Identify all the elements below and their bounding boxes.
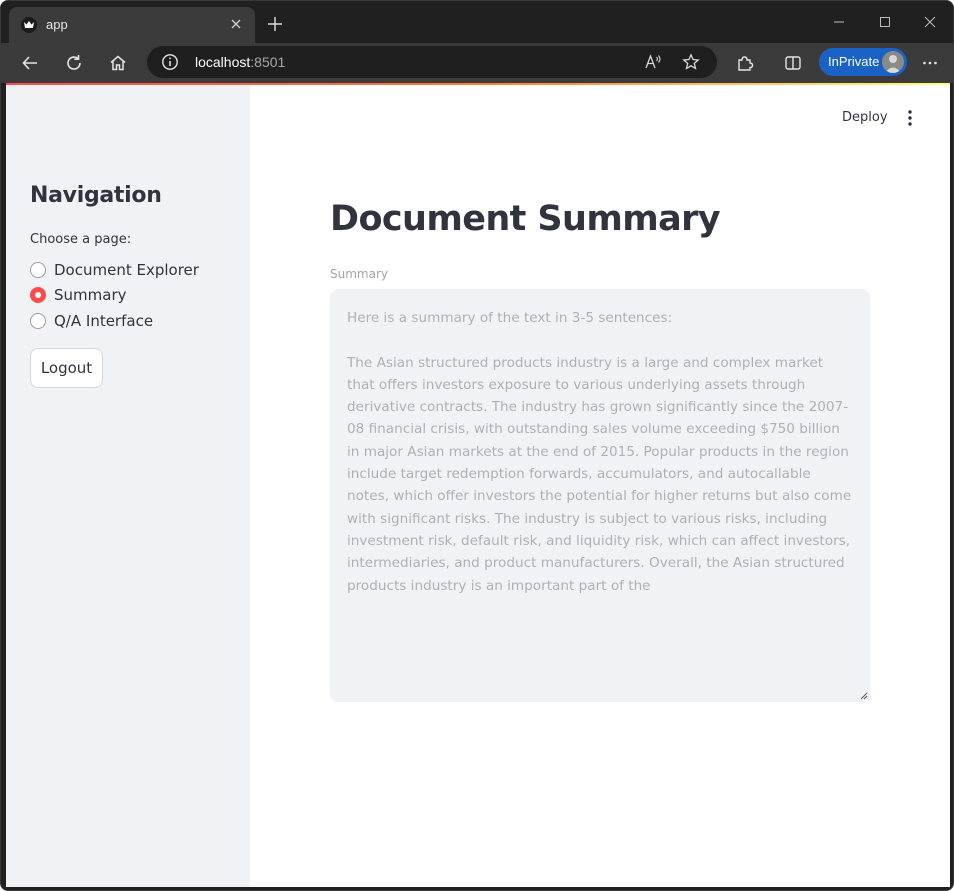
new-tab-icon[interactable] [263, 12, 287, 36]
radio-button[interactable] [30, 262, 46, 278]
browser-toolbar: localhost:8501 InPrivate [1, 43, 953, 83]
more-options-icon[interactable] [915, 49, 945, 77]
summary-text: Here is a summary of the text in 3-5 sen… [347, 310, 852, 594]
resize-grip-icon[interactable] [860, 692, 868, 700]
url-port: :8501 [250, 54, 286, 70]
page-viewport: Navigation Choose a page: Document Explo… [6, 83, 950, 887]
extensions-puzzle-icon[interactable] [730, 49, 760, 77]
tab-strip: app [1, 1, 953, 43]
summary-label: Summary [330, 267, 388, 281]
radio-option-document-explorer[interactable]: Document Explorer [30, 259, 199, 281]
back-arrow-icon[interactable] [15, 49, 45, 77]
radio-option-summary[interactable]: Summary [30, 284, 127, 306]
address-bar[interactable]: localhost:8501 [147, 46, 717, 78]
main-content: Deploy Document Summary Summary Here is … [250, 85, 950, 887]
favorite-star-icon[interactable] [681, 52, 701, 72]
close-window-icon[interactable] [915, 9, 945, 35]
inprivate-label: InPrivate [828, 54, 880, 69]
refresh-icon[interactable] [59, 49, 89, 77]
read-aloud-icon[interactable] [643, 52, 663, 72]
close-tab-icon[interactable] [225, 13, 247, 35]
site-info-icon[interactable] [161, 53, 179, 71]
inprivate-profile-button[interactable]: InPrivate [819, 48, 907, 76]
main-menu-icon[interactable] [900, 107, 920, 129]
url-text[interactable]: localhost:8501 [195, 54, 285, 70]
sidebar: Navigation Choose a page: Document Explo… [6, 85, 250, 887]
radio-label: Document Explorer [54, 261, 199, 279]
radio-label: Summary [54, 286, 127, 304]
sidebar-title: Navigation [30, 183, 162, 208]
radio-label: Q/A Interface [54, 312, 154, 330]
browser-tab[interactable]: app [9, 7, 255, 43]
radio-caption: Choose a page: [30, 232, 132, 247]
tab-title: app [46, 17, 68, 32]
profile-avatar-icon [882, 51, 904, 73]
deploy-button[interactable]: Deploy [842, 110, 888, 125]
maximize-icon[interactable] [870, 9, 900, 35]
minimize-icon[interactable] [824, 9, 854, 35]
radio-option-qa-interface[interactable]: Q/A Interface [30, 310, 153, 332]
home-icon[interactable] [103, 49, 133, 77]
radio-button-selected[interactable] [30, 287, 46, 303]
page-title: Document Summary [330, 199, 721, 239]
browser-window: app localhost:8501 InPrivate Navigation … [0, 0, 954, 891]
radio-button[interactable] [30, 313, 46, 329]
split-screen-icon[interactable] [778, 49, 808, 77]
logout-button[interactable]: Logout [30, 348, 103, 388]
streamlit-crown-icon [21, 17, 37, 33]
url-host: localhost [195, 54, 251, 70]
summary-textarea[interactable]: Here is a summary of the text in 3-5 sen… [330, 289, 870, 702]
